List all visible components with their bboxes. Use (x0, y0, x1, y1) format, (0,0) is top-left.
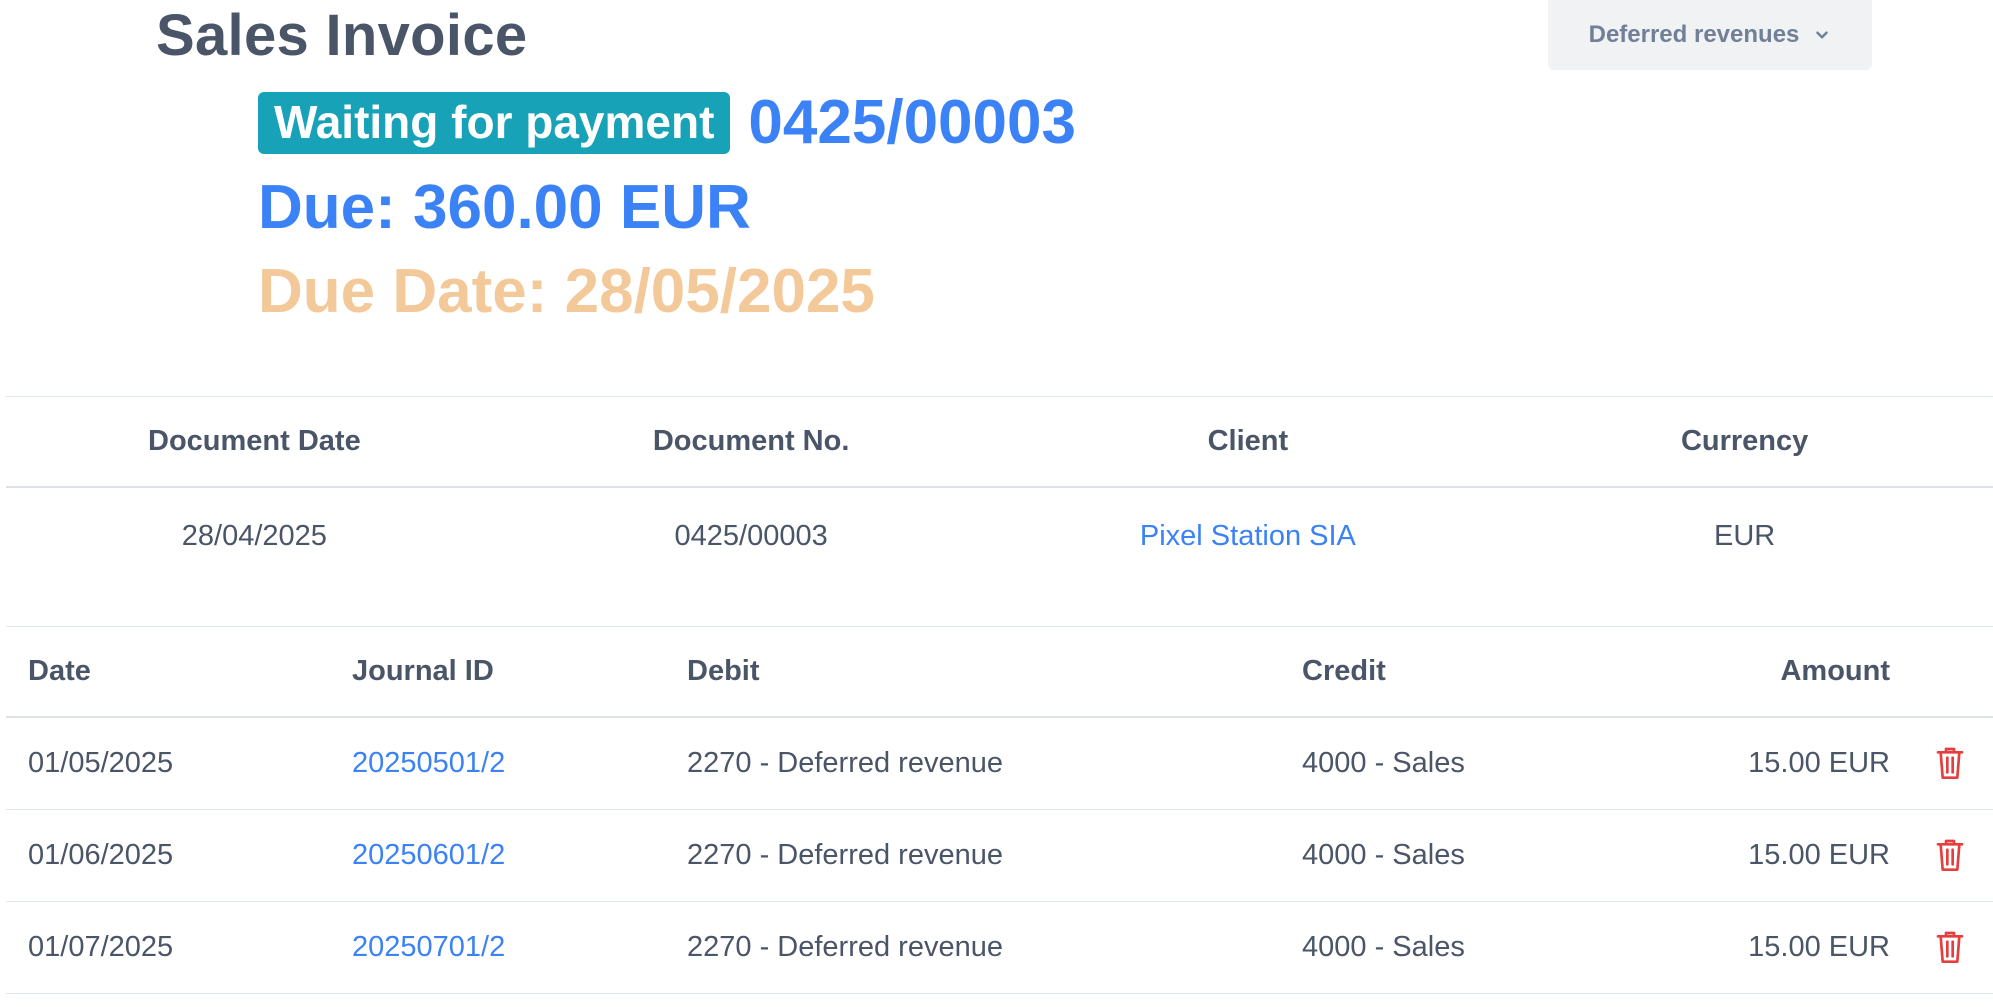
page-title: Sales Invoice (156, 3, 528, 68)
header-currency: Currency (1680, 424, 1809, 457)
column-credit: Credit (1302, 654, 1386, 687)
table-row: 01/05/2025 20250501/2 2270 - Deferred re… (6, 718, 1993, 808)
details-header: Document Date Document No. Client Curren… (6, 398, 1993, 484)
trash-icon (1936, 931, 1964, 963)
delete-row-button[interactable] (1934, 902, 1966, 992)
row-debit: 2270 - Deferred revenue (687, 930, 1003, 963)
row-debit: 2270 - Deferred revenue (687, 838, 1003, 871)
header-client: Client (1207, 424, 1289, 457)
client-link[interactable]: Pixel Station SIA (1140, 520, 1356, 553)
currency-value: EUR (1714, 519, 1776, 552)
row-date: 01/06/2025 (28, 838, 174, 871)
column-amount: Amount (1780, 654, 1890, 687)
chevron-down-icon (1816, 31, 1829, 39)
document-no-value: 0425/00003 (674, 519, 828, 552)
sales-invoice-page: Sales Invoice Deferred revenues Waiting … (0, 0, 1993, 1007)
divider (6, 626, 1993, 627)
trash-icon (1936, 747, 1964, 779)
column-journal-id: Journal ID (352, 654, 494, 687)
divider (6, 993, 1993, 994)
row-date: 01/07/2025 (28, 930, 174, 963)
journal-id-link[interactable]: 20250501/2 (352, 718, 505, 808)
row-amount: 15.00 EUR (1748, 838, 1890, 871)
due-date: Due Date: 28/05/2025 (258, 257, 875, 326)
journal-id-link[interactable]: 20250701/2 (352, 902, 505, 992)
document-date-value: 28/04/2025 (181, 519, 327, 552)
divider (6, 396, 1993, 397)
dropdown-label: Deferred revenues (1588, 21, 1800, 48)
status-badge: Waiting for payment (258, 92, 731, 154)
row-credit: 4000 - Sales (1302, 930, 1465, 963)
row-amount: 15.00 EUR (1748, 930, 1890, 963)
invoice-status-row: Waiting for payment 0425/00003 (258, 88, 1076, 158)
details-values: 28/04/2025 0425/00003 Pixel Station SIA … (6, 488, 1993, 584)
invoice-number: 0425/00003 (748, 88, 1076, 157)
header-document-no: Document No. (652, 424, 850, 457)
header-document-date: Document Date (148, 424, 361, 457)
row-debit: 2270 - Deferred revenue (687, 746, 1003, 779)
column-debit: Debit (687, 654, 760, 687)
delete-row-button[interactable] (1934, 718, 1966, 808)
journal-id-link[interactable]: 20250601/2 (352, 810, 505, 900)
row-amount: 15.00 EUR (1748, 746, 1890, 779)
entries-table-header: Date Journal ID Debit Credit Amount (6, 628, 1993, 714)
row-date: 01/05/2025 (28, 746, 174, 779)
trash-icon (1936, 839, 1964, 871)
table-row: 01/07/2025 20250701/2 2270 - Deferred re… (6, 902, 1993, 992)
deferred-revenues-dropdown[interactable]: Deferred revenues (1548, 0, 1872, 70)
row-credit: 4000 - Sales (1302, 838, 1465, 871)
delete-row-button[interactable] (1934, 810, 1966, 900)
amount-due: Due: 360.00 EUR (258, 173, 751, 242)
row-credit: 4000 - Sales (1302, 746, 1465, 779)
column-date: Date (28, 654, 91, 687)
table-row: 01/06/2025 20250601/2 2270 - Deferred re… (6, 810, 1993, 900)
